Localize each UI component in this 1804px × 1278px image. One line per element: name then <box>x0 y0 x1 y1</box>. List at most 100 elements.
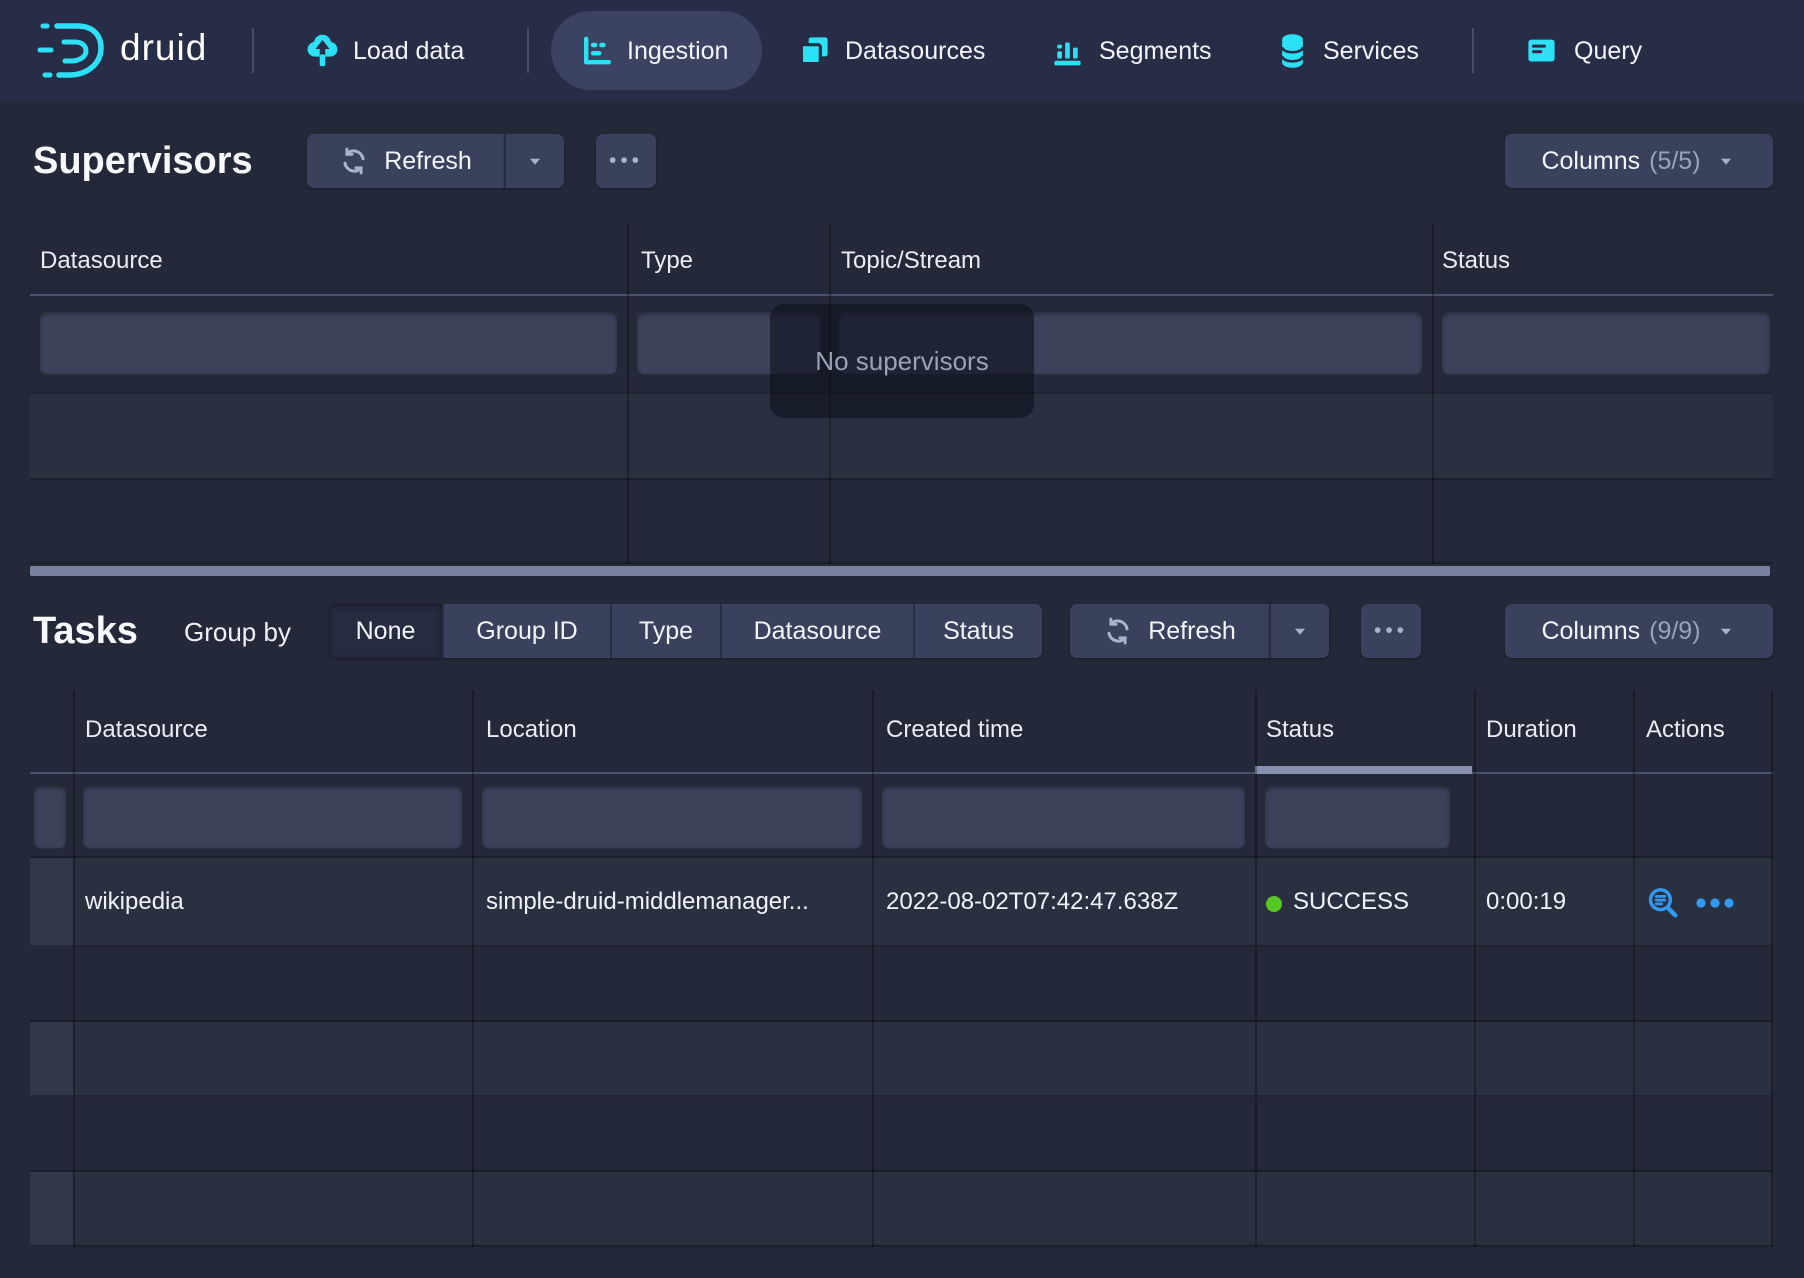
cell-duration: 0:00:19 <box>1486 888 1566 916</box>
supervisors-empty-state: No supervisors <box>770 304 1034 418</box>
druid-console: druid Load data Ingestion <box>0 0 1804 1278</box>
row-divider <box>30 1020 1773 1022</box>
group-by-group-id-button[interactable]: Group ID <box>442 604 610 658</box>
tasks-filter-datasource[interactable] <box>83 786 462 848</box>
table-bottom-edge <box>30 1245 1773 1247</box>
tasks-filter-created-time[interactable] <box>882 786 1245 848</box>
supervisors-horizontal-scrollbar[interactable] <box>30 566 1770 576</box>
tasks-header-created-time[interactable]: Created time <box>886 716 1023 744</box>
row-leading-cell <box>30 1022 73 1097</box>
cell-location: simple-druid-middlemanager... <box>486 888 809 916</box>
table-row <box>30 1172 1773 1247</box>
supervisors-refresh-button[interactable]: Refresh <box>307 134 504 188</box>
cell-datasource: wikipedia <box>85 888 184 916</box>
column-divider <box>1432 224 1434 564</box>
column-divider <box>73 690 75 1247</box>
brand-name[interactable]: druid <box>120 27 207 69</box>
chevron-down-icon <box>1715 620 1737 642</box>
columns-count: (5/5) <box>1649 147 1700 176</box>
group-by-status-button[interactable]: Status <box>913 604 1042 658</box>
nav-item-segments[interactable]: Segments <box>1099 35 1212 67</box>
tasks-filter-location[interactable] <box>482 786 862 848</box>
supervisors-columns-button[interactable]: Columns (5/5) <box>1505 134 1773 188</box>
nav-item-services[interactable]: Services <box>1323 35 1419 67</box>
status-success-dot <box>1266 896 1282 912</box>
nav-item-datasources[interactable]: Datasources <box>845 35 985 67</box>
group-by-segmented-control: None Group ID Type Datasource Status <box>329 604 1042 658</box>
row-divider <box>30 1170 1773 1172</box>
sort-indicator-status <box>1255 766 1472 774</box>
column-divider <box>1474 690 1476 1247</box>
row-divider <box>30 562 1773 564</box>
row-leading-cell <box>30 1172 73 1247</box>
column-divider <box>627 224 629 564</box>
tasks-header-underline <box>30 772 1773 774</box>
segments-icon <box>1050 33 1085 68</box>
tasks-header-duration[interactable]: Duration <box>1486 716 1577 744</box>
columns-count: (9/9) <box>1649 617 1700 646</box>
chevron-down-icon <box>1289 620 1311 642</box>
column-divider <box>1771 690 1773 1247</box>
tasks-filter-id[interactable] <box>34 786 66 848</box>
group-by-label: Group by <box>184 617 291 648</box>
nav-item-query[interactable]: Query <box>1574 35 1642 67</box>
query-icon <box>1524 33 1559 68</box>
refresh-label: Refresh <box>1148 617 1236 646</box>
empty-message: No supervisors <box>815 346 988 377</box>
nav-divider <box>1472 28 1474 73</box>
tasks-more-button[interactable]: ••• <box>1361 604 1421 658</box>
tasks-header-datasource[interactable]: Datasource <box>85 716 208 744</box>
group-by-none-button[interactable]: None <box>329 604 442 658</box>
supervisors-header-type[interactable]: Type <box>641 247 693 275</box>
nav-item-load-data[interactable]: Load data <box>353 35 464 67</box>
group-by-datasource-button[interactable]: Datasource <box>720 604 913 658</box>
table-row <box>30 1022 1773 1097</box>
row-divider <box>30 856 1773 858</box>
supervisors-more-button[interactable]: ••• <box>596 134 656 188</box>
row-actions-more-icon[interactable] <box>1694 896 1738 910</box>
row-divider <box>30 945 1773 947</box>
datasources-icon <box>797 33 832 68</box>
nav-divider <box>252 28 254 73</box>
column-divider <box>1633 690 1635 1247</box>
supervisors-filter-status[interactable] <box>1442 312 1770 374</box>
chevron-down-icon <box>1715 150 1737 172</box>
more-icon: ••• <box>609 156 643 166</box>
tasks-filter-status[interactable] <box>1265 786 1450 848</box>
supervisors-title: Supervisors <box>33 140 253 183</box>
row-divider <box>30 1095 1773 1097</box>
row-leading-cell <box>30 858 73 947</box>
column-divider <box>872 690 874 1247</box>
supervisors-refresh-dropdown[interactable] <box>504 134 564 188</box>
supervisors-header-datasource[interactable]: Datasource <box>40 247 163 275</box>
group-by-type-button[interactable]: Type <box>610 604 720 658</box>
top-nav: druid Load data Ingestion <box>0 0 1804 101</box>
tasks-header-location[interactable]: Location <box>486 716 577 744</box>
tasks-columns-button[interactable]: Columns (9/9) <box>1505 604 1773 658</box>
upload-icon <box>304 32 341 69</box>
tasks-header-actions[interactable]: Actions <box>1646 716 1725 744</box>
supervisors-filter-datasource[interactable] <box>40 312 617 374</box>
refresh-icon <box>339 146 369 176</box>
column-divider <box>1255 690 1257 1247</box>
supervisors-header-underline <box>30 294 1773 296</box>
cell-created-time: 2022-08-02T07:42:47.638Z <box>886 888 1178 916</box>
column-divider <box>472 690 474 1247</box>
cell-status: SUCCESS <box>1293 888 1409 916</box>
supervisors-header-topic-stream[interactable]: Topic/Stream <box>841 247 981 275</box>
tasks-refresh-dropdown[interactable] <box>1269 604 1329 658</box>
row-divider <box>30 478 1773 480</box>
tasks-title: Tasks <box>33 610 138 653</box>
refresh-label: Refresh <box>384 147 472 176</box>
view-details-magnifier-icon[interactable] <box>1645 885 1681 921</box>
tasks-refresh-button[interactable]: Refresh <box>1070 604 1269 658</box>
tasks-header-status[interactable]: Status <box>1266 716 1334 744</box>
refresh-icon <box>1103 616 1133 646</box>
druid-logo-icon[interactable] <box>36 17 108 83</box>
ingestion-icon <box>580 34 613 67</box>
columns-label: Columns <box>1541 617 1640 646</box>
nav-item-ingestion-label[interactable]: Ingestion <box>627 35 728 67</box>
chevron-down-icon <box>524 150 546 172</box>
services-icon <box>1277 30 1308 72</box>
supervisors-header-status[interactable]: Status <box>1442 247 1510 275</box>
